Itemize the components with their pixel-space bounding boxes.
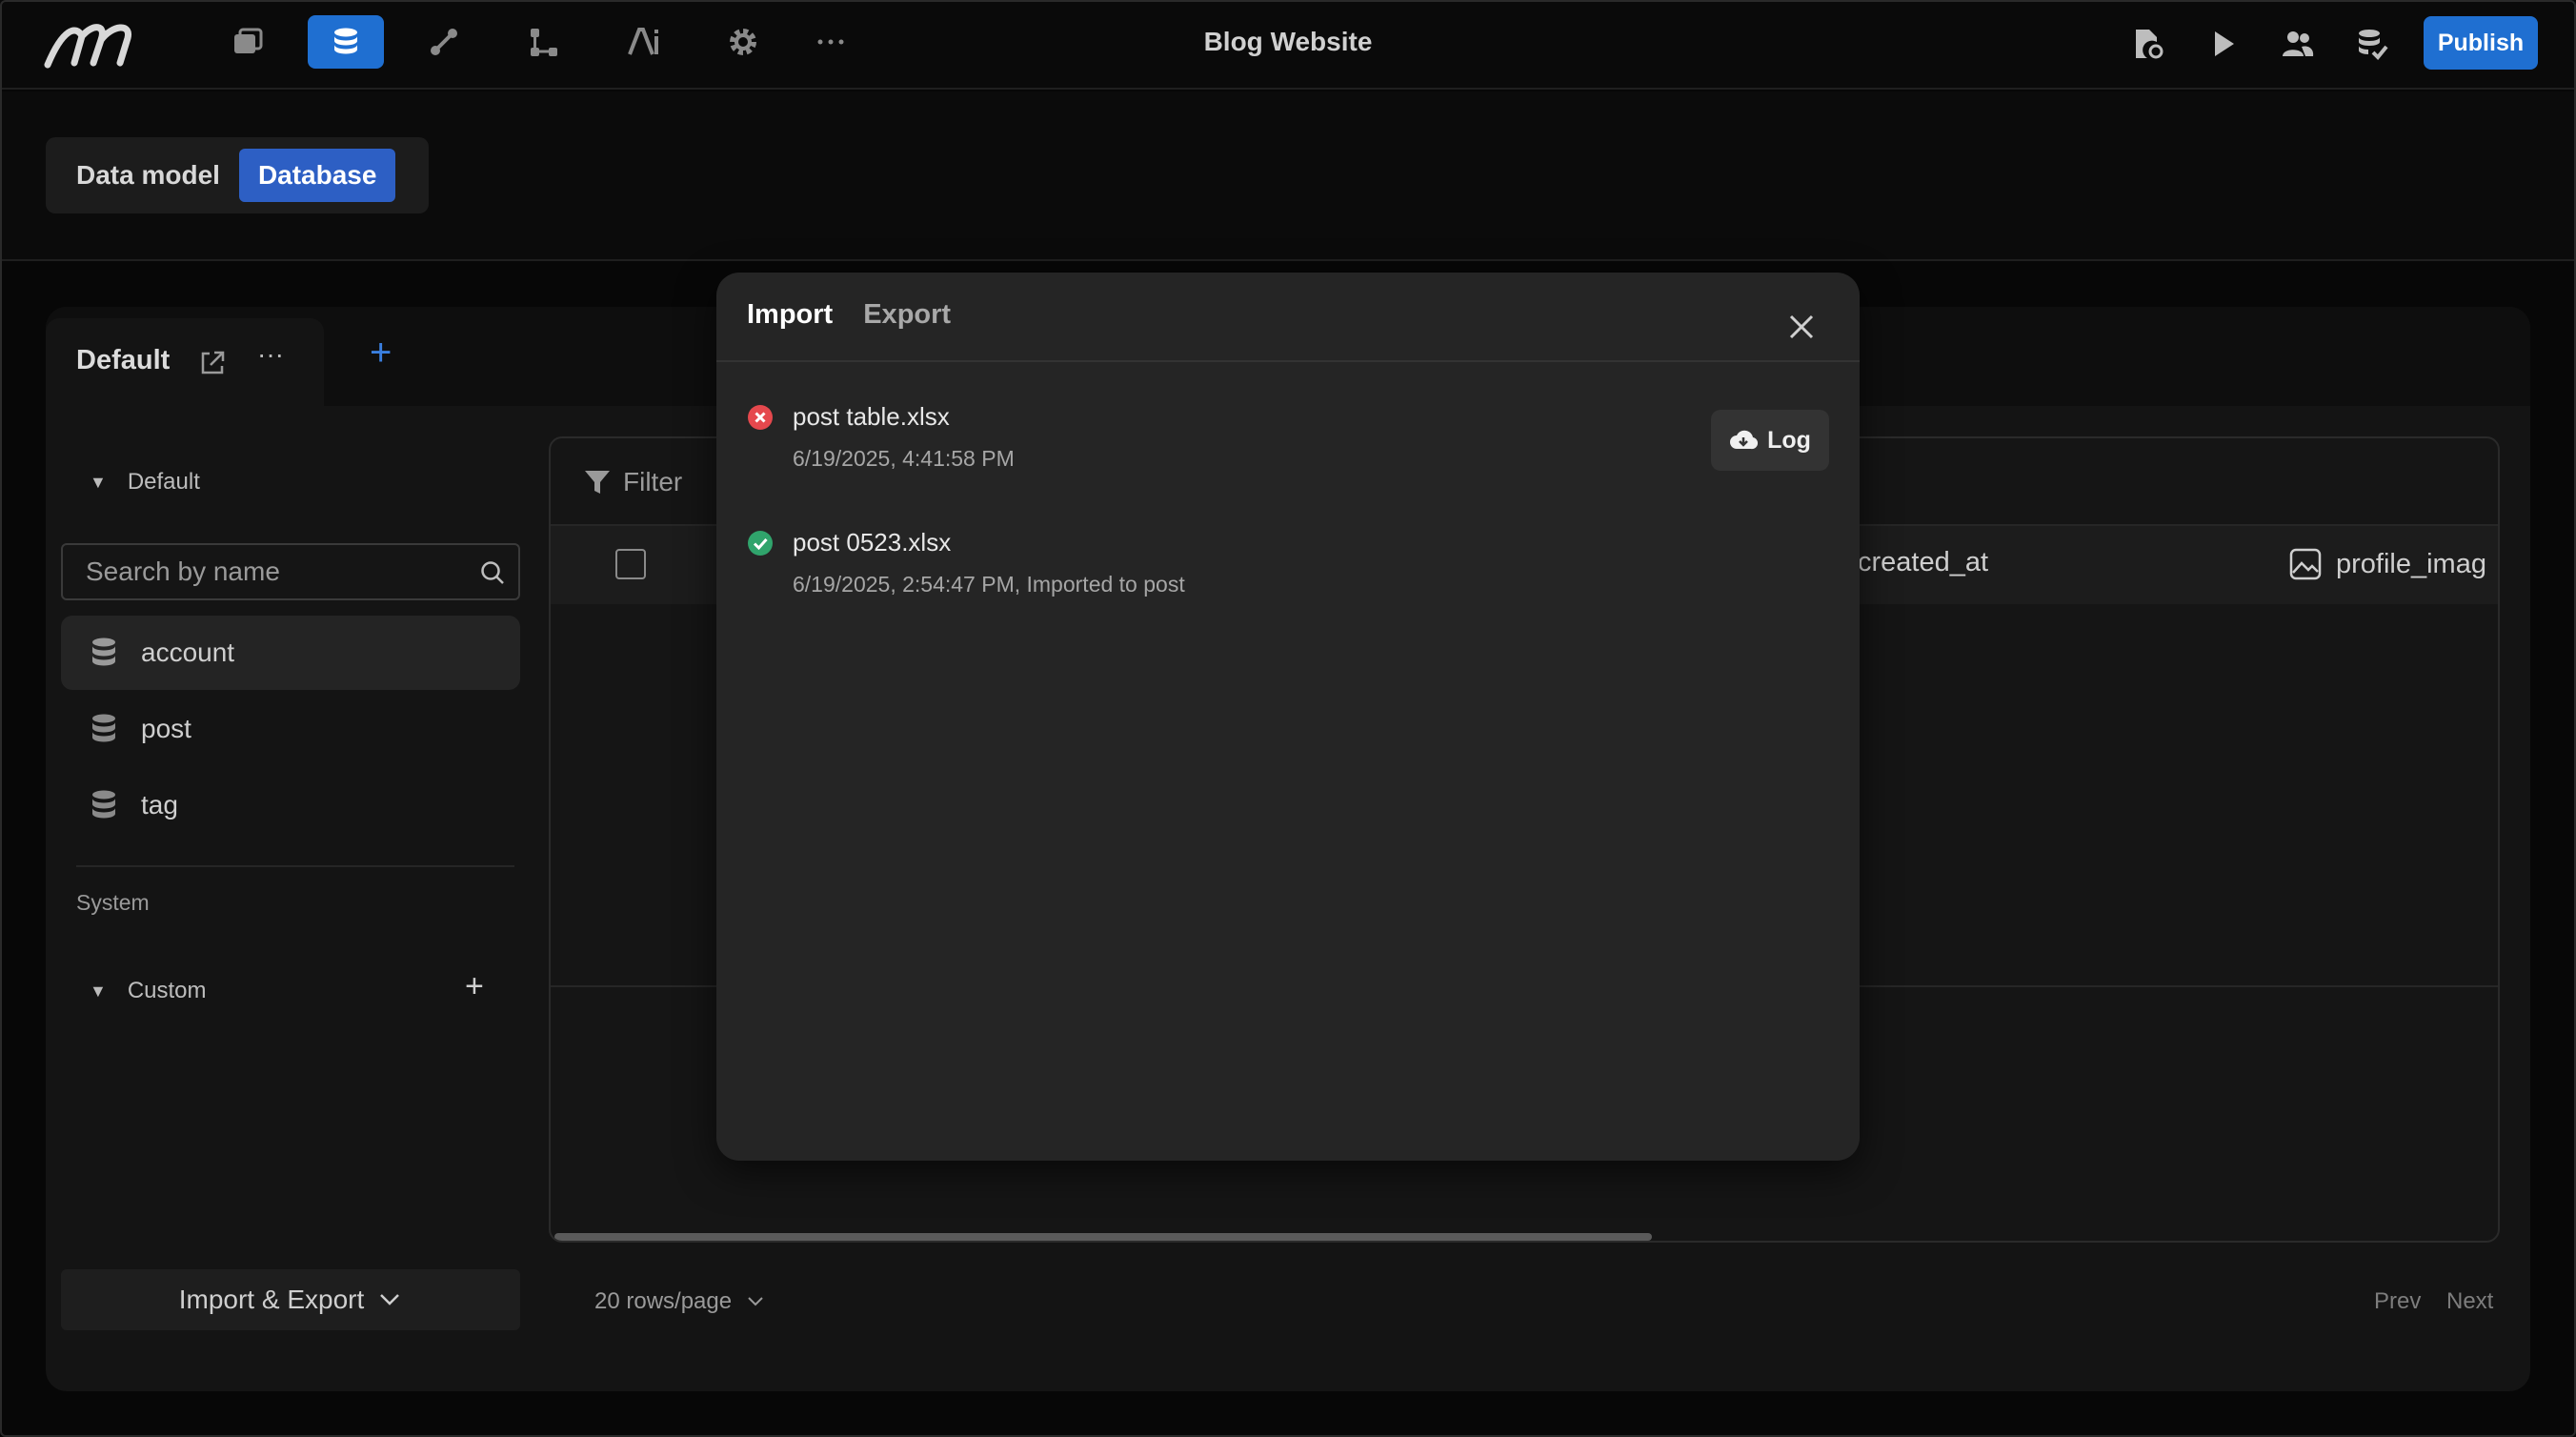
import-filename: post table.xlsx	[793, 402, 950, 431]
sidebar-item-post[interactable]: post	[61, 692, 520, 766]
search-field[interactable]	[61, 543, 520, 600]
filter-button[interactable]: Filter	[583, 467, 682, 497]
sidebar-divider	[76, 865, 514, 867]
filter-label: Filter	[623, 467, 683, 496]
rows-per-page-label: 20 rows/page	[594, 1288, 733, 1314]
system-label: System	[76, 890, 150, 915]
column-profile-image[interactable]: profile_imag	[2288, 547, 2486, 581]
caret-down-icon: ▼	[90, 981, 107, 1001]
table-icon	[92, 638, 115, 666]
cloud-download-icon	[1730, 430, 1759, 450]
horizontal-scrollbar[interactable]	[554, 1233, 1652, 1241]
error-icon	[748, 405, 773, 430]
column-created-at[interactable]: created_at	[1858, 547, 1988, 578]
close-icon[interactable]	[1787, 313, 1816, 341]
group-default-label: Default	[127, 469, 200, 495]
tab-default[interactable]: Default ···	[46, 318, 324, 406]
sidebar-item-label: account	[141, 638, 235, 667]
search-icon	[481, 561, 504, 584]
group-custom-label: Custom	[127, 978, 207, 1003]
tab-export[interactable]: Export	[863, 299, 951, 331]
tab-import[interactable]: Import	[747, 299, 833, 331]
top-bar: Blog Website Publish	[0, 0, 2576, 90]
group-custom[interactable]: ▼ Custom	[90, 978, 207, 1004]
import-export-modal: Import Export post table.xlsx 6/19/2025,…	[716, 273, 1860, 1161]
sidebar-item-tag[interactable]: tag	[61, 768, 520, 842]
modal-tabs: Import Export	[747, 299, 951, 331]
filter-icon	[585, 471, 610, 494]
chevron-down-icon	[748, 1297, 763, 1306]
rows-per-page-select[interactable]: 20 rows/page	[594, 1288, 766, 1315]
view-switch: Data model Database	[46, 137, 429, 213]
import-filename: post 0523.xlsx	[793, 528, 952, 557]
log-label: Log	[1767, 426, 1811, 454]
table-icon	[92, 790, 115, 819]
sidebar-item-label: post	[141, 714, 191, 743]
publish-button[interactable]: Publish	[2424, 16, 2538, 70]
success-icon	[748, 531, 773, 556]
search-input[interactable]	[63, 545, 444, 598]
tab-default-label: Default	[76, 345, 171, 375]
prev-button[interactable]: Prev	[2374, 1288, 2421, 1315]
external-link-icon[interactable]	[198, 349, 227, 377]
image-icon	[2289, 548, 2322, 580]
sub-header: Data model Database	[0, 91, 2576, 261]
sidebar-item-account[interactable]: account	[61, 616, 520, 690]
add-custom-button[interactable]: +	[465, 968, 484, 1005]
sidebar-item-label: tag	[141, 790, 178, 820]
app-title: Blog Website	[1203, 27, 1373, 56]
column-label: created_at	[1858, 547, 1989, 577]
next-button[interactable]: Next	[2446, 1288, 2493, 1315]
db-check-icon[interactable]	[2345, 19, 2399, 69]
import-export-button[interactable]: Import & Export	[61, 1269, 520, 1330]
table-icon	[92, 714, 115, 742]
tab-more-icon[interactable]: ···	[257, 339, 284, 370]
import-meta: 6/19/2025, 2:54:47 PM, Imported to post	[793, 572, 1185, 597]
log-button[interactable]: Log	[1711, 410, 1829, 471]
import-export-label: Import & Export	[178, 1285, 365, 1314]
caret-down-icon: ▼	[90, 472, 107, 492]
users-icon[interactable]	[2271, 19, 2324, 69]
modal-divider	[716, 360, 1860, 362]
file-settings-icon[interactable]	[2121, 19, 2174, 69]
group-default[interactable]: ▼ Default	[90, 469, 200, 496]
database-tab[interactable]: Database	[238, 149, 396, 202]
preview-play-icon[interactable]	[2196, 19, 2249, 69]
add-tab-button[interactable]: +	[370, 332, 392, 374]
chevron-down-icon	[380, 1294, 400, 1305]
data-model-tab[interactable]: Data model	[57, 149, 239, 202]
import-meta: 6/19/2025, 4:41:58 PM	[793, 446, 1015, 471]
select-all-checkbox[interactable]	[615, 549, 646, 579]
column-label: profile_imag	[2336, 548, 2486, 579]
